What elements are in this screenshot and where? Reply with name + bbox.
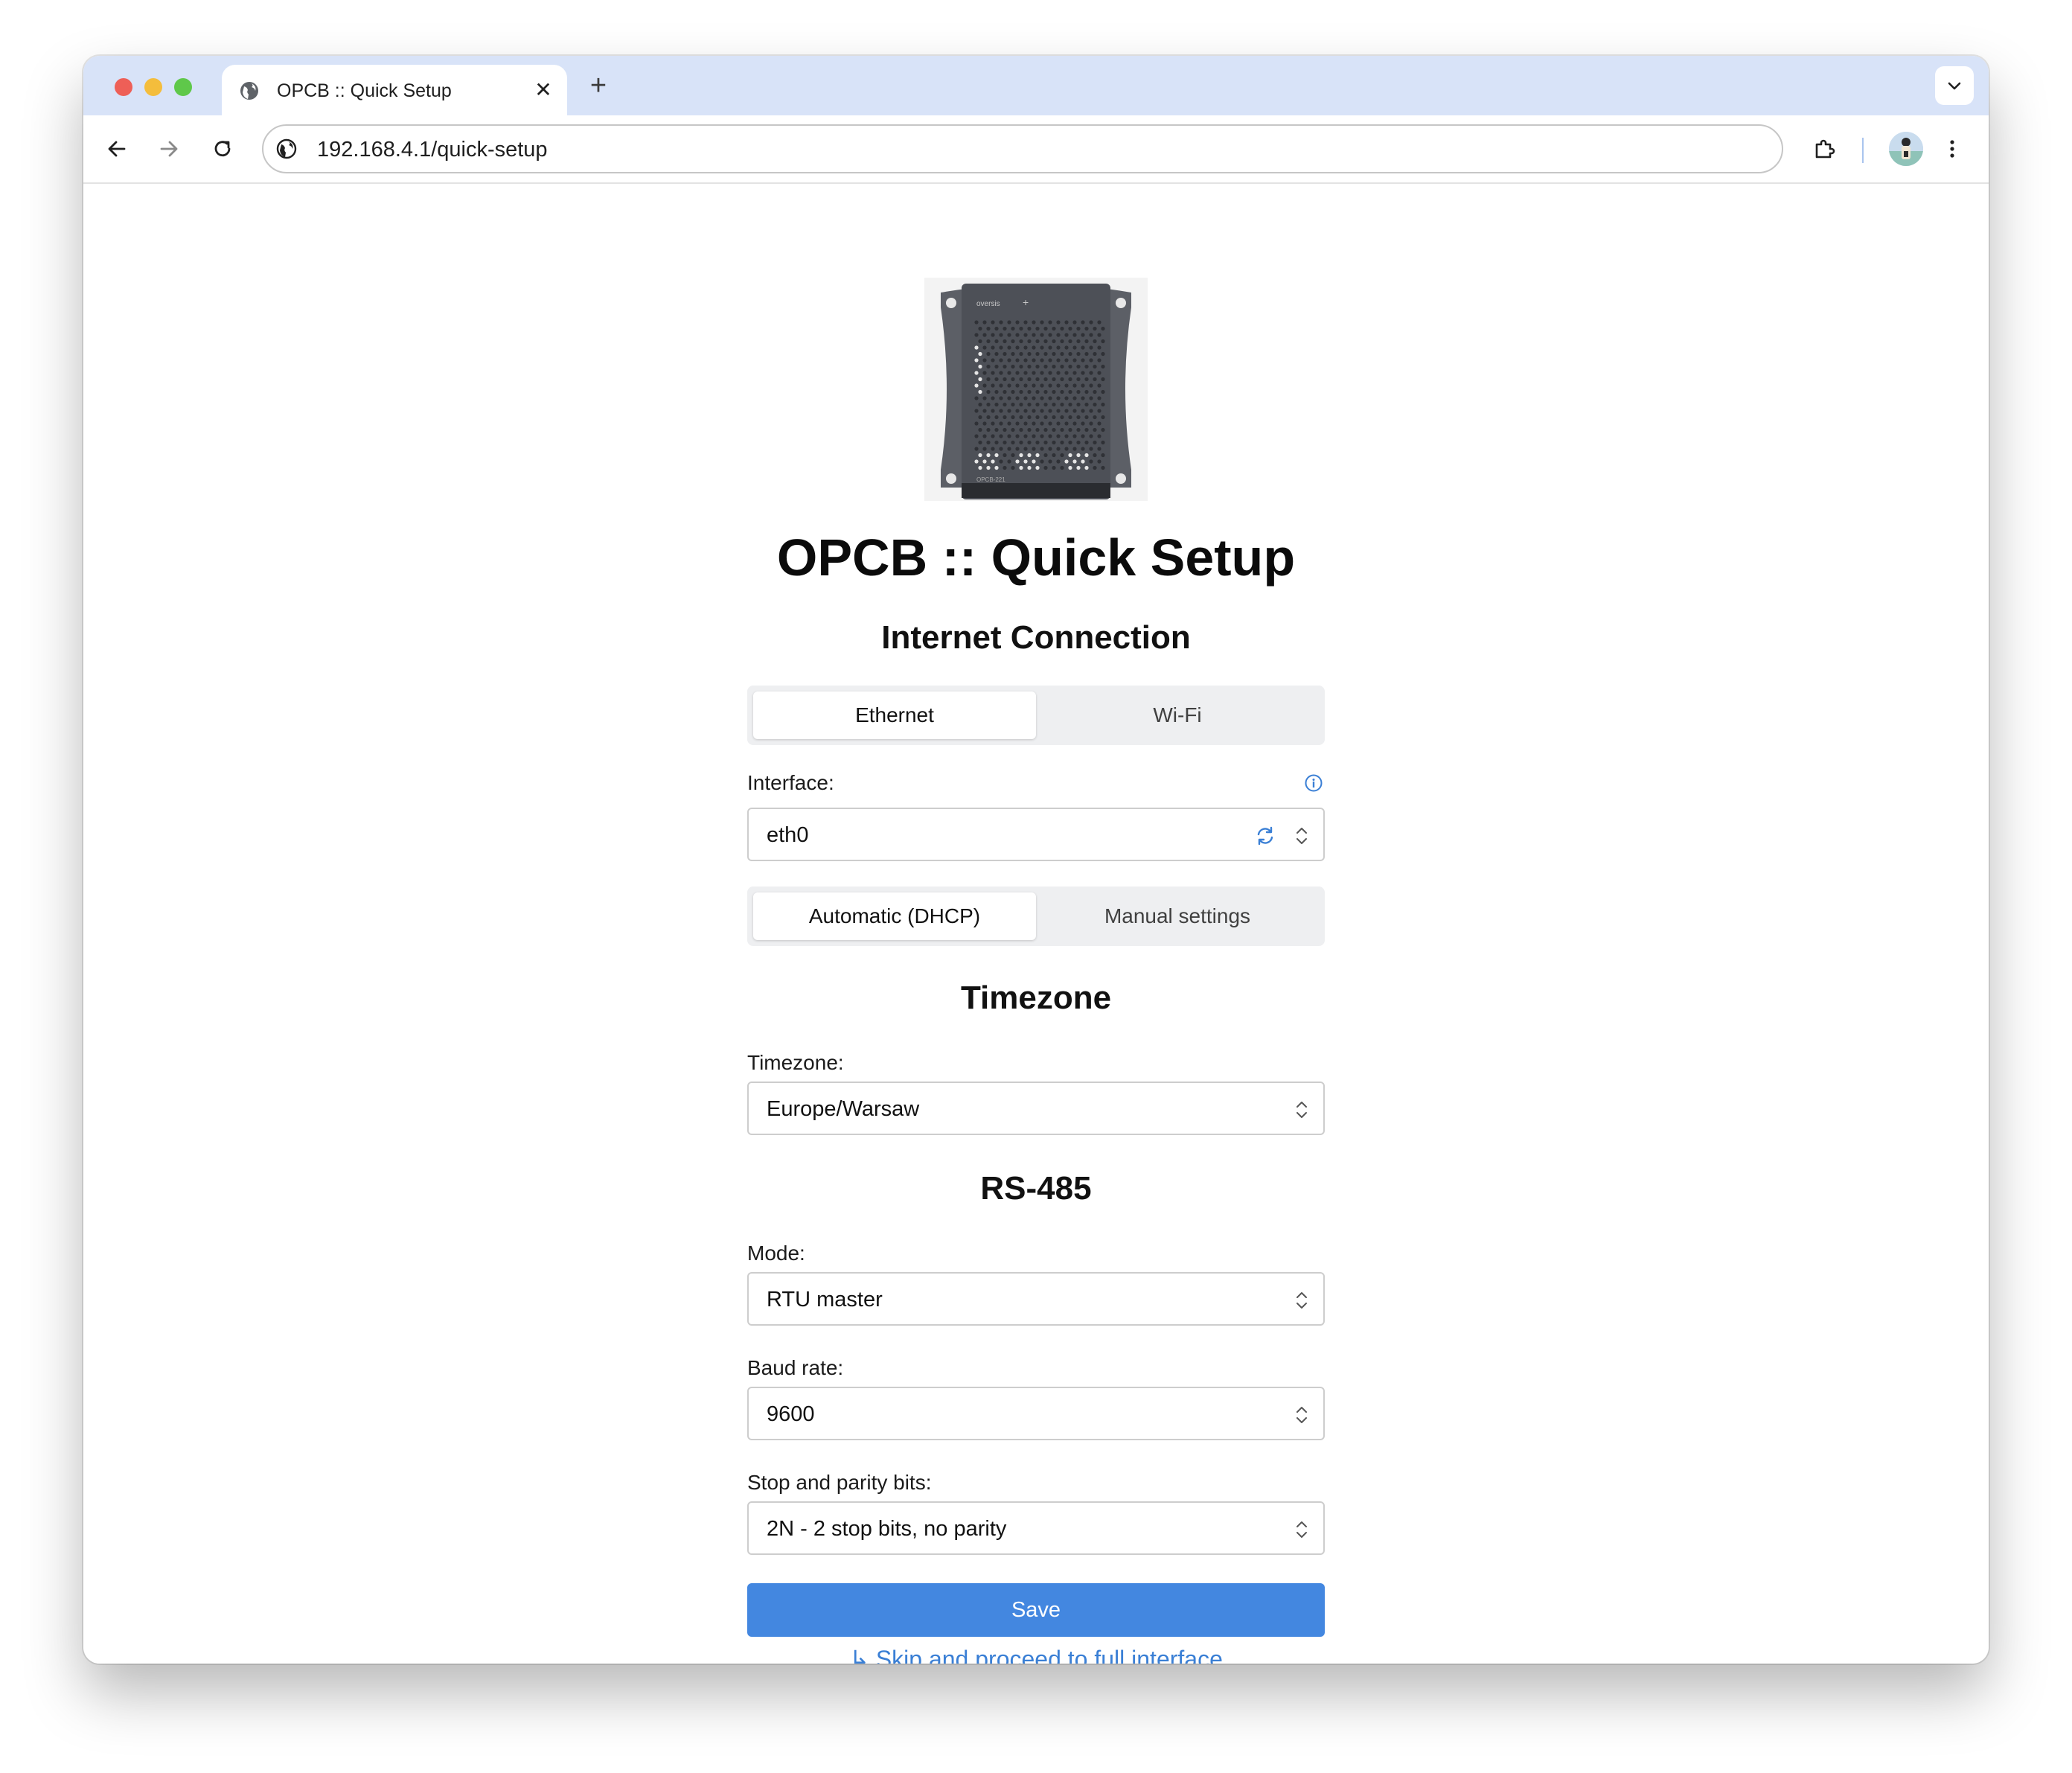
- timezone-label: Timezone:: [747, 1051, 844, 1074]
- tab-ethernet[interactable]: Ethernet: [753, 691, 1036, 739]
- setup-form: Internet Connection Ethernet Wi-Fi Inter…: [747, 184, 1325, 1664]
- browser-tab-active[interactable]: OPCB :: Quick Setup ✕: [222, 65, 567, 115]
- stop-parity-label: Stop and parity bits:: [747, 1471, 932, 1494]
- reload-icon: [214, 141, 231, 157]
- skip-link[interactable]: ↳ Skip and proceed to full interface: [747, 1644, 1325, 1664]
- info-icon[interactable]: [1304, 773, 1323, 793]
- browser-window: OPCB :: Quick Setup ✕ + 192.168.4.1/quic…: [83, 56, 1989, 1664]
- updown-arrows-icon: [1294, 1099, 1310, 1120]
- connection-type-toggle: Ethernet Wi-Fi: [747, 686, 1325, 745]
- site-info-icon[interactable]: [275, 138, 298, 160]
- tab-search-button[interactable]: [1935, 66, 1974, 105]
- addressing-mode-toggle: Automatic (DHCP) Manual settings: [747, 886, 1325, 946]
- tab-manual-settings[interactable]: Manual settings: [1036, 892, 1319, 940]
- refresh-icon[interactable]: [1253, 824, 1277, 848]
- extensions-button[interactable]: [1807, 132, 1841, 166]
- updown-arrows-icon: [1294, 825, 1310, 846]
- profile-avatar[interactable]: [1889, 132, 1923, 166]
- new-tab-button[interactable]: +: [583, 71, 613, 100]
- mode-label: Mode:: [747, 1242, 805, 1265]
- stop-parity-select-value: 2N - 2 stop bits, no parity: [767, 1517, 1007, 1541]
- page-content: oversis + OPCB-221 OPCB :: Quick Setup I…: [83, 184, 1989, 1664]
- save-button[interactable]: Save: [747, 1583, 1325, 1637]
- baud-rate-label: Baud rate:: [747, 1356, 844, 1379]
- toolbar-divider: [1862, 138, 1864, 163]
- back-button[interactable]: [100, 132, 134, 166]
- interface-select[interactable]: eth0: [747, 808, 1325, 861]
- rs485-heading: RS-485: [980, 1170, 1092, 1207]
- baud-rate-select-value: 9600: [767, 1402, 815, 1426]
- timezone-select[interactable]: Europe/Warsaw: [747, 1082, 1325, 1135]
- updown-arrows-icon: [1294, 1290, 1310, 1311]
- browser-toolbar: 192.168.4.1/quick-setup: [83, 115, 1989, 184]
- window-close-button[interactable]: [115, 78, 132, 96]
- more-vertical-icon: [1950, 140, 1954, 158]
- timezone-select-value: Europe/Warsaw: [767, 1097, 920, 1121]
- baud-rate-select[interactable]: 9600: [747, 1387, 1325, 1440]
- reload-button[interactable]: [205, 132, 240, 166]
- address-bar[interactable]: 192.168.4.1/quick-setup: [262, 124, 1783, 173]
- tab-title: OPCB :: Quick Setup: [277, 80, 452, 101]
- mode-select[interactable]: RTU master: [747, 1272, 1325, 1326]
- updown-arrows-icon: [1294, 1405, 1310, 1425]
- timezone-heading: Timezone: [960, 980, 1112, 1016]
- interface-select-value: eth0: [767, 823, 809, 847]
- window-minimize-button[interactable]: [144, 78, 162, 96]
- tab-bar: OPCB :: Quick Setup ✕ +: [83, 56, 1989, 115]
- stop-parity-select[interactable]: 2N - 2 stop bits, no parity: [747, 1501, 1325, 1555]
- url-text[interactable]: 192.168.4.1/quick-setup: [317, 138, 548, 162]
- chevron-down-icon: [1948, 82, 1961, 90]
- mode-select-value: RTU master: [767, 1288, 883, 1312]
- arrow-right-icon: [160, 141, 178, 157]
- window-maximize-button[interactable]: [174, 78, 192, 96]
- updown-arrows-icon: [1294, 1519, 1310, 1540]
- internet-connection-heading: Internet Connection: [881, 619, 1191, 656]
- tab-wifi[interactable]: Wi-Fi: [1036, 691, 1319, 739]
- arrow-left-icon: [108, 141, 126, 157]
- tab-close-icon[interactable]: ✕: [530, 77, 557, 103]
- tab-automatic-dhcp[interactable]: Automatic (DHCP): [753, 892, 1036, 940]
- globe-icon: [238, 80, 260, 102]
- interface-label: Interface:: [747, 771, 834, 794]
- forward-button[interactable]: [152, 132, 186, 166]
- browser-menu-button[interactable]: [1935, 132, 1969, 166]
- puzzle-icon: [1815, 139, 1835, 159]
